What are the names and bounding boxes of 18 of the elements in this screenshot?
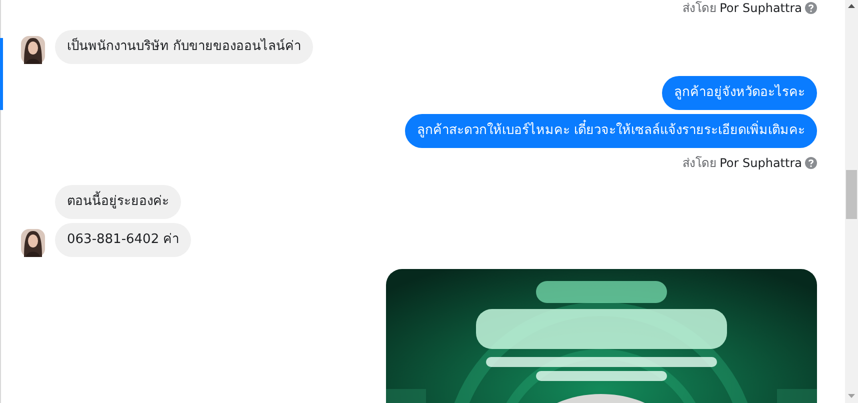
incoming-message: ตอนนี้อยู่ระยองค่ะ — [55, 185, 181, 219]
avatar-icon — [21, 229, 45, 257]
outgoing-message: ลูกค้าสะดวกให้เบอร์ไหมคะ เดี๋ยวจะให้เซลล์แจ้งรายระเอียดเพิ่มเติมคะ — [404, 114, 817, 148]
sender-name: Por Suphattra — [720, 156, 802, 170]
sent-by-label: ส่งโดย — [682, 156, 717, 170]
scroll-up-icon[interactable] — [848, 4, 855, 8]
help-icon[interactable] — [805, 157, 817, 169]
incoming-message: เป็นพนักงานบริษัท กับขายของออนไลน์ค่า — [55, 30, 314, 64]
sender-name: Por Suphattra — [720, 1, 802, 15]
avatar-icon — [21, 36, 45, 64]
outgoing-message: ลูกค้าอยู่จังหวัดอะไรคะ — [662, 76, 817, 110]
active-indicator — [0, 38, 3, 110]
sent-by-label: ส่งโดย — [682, 1, 717, 15]
help-icon[interactable] — [805, 2, 817, 14]
incoming-message: 063-881-6402 ค่า — [55, 223, 192, 257]
scrollbar[interactable] — [845, 0, 858, 403]
scroll-down-icon[interactable] — [848, 394, 855, 398]
scroll-thumb[interactable] — [846, 170, 857, 219]
